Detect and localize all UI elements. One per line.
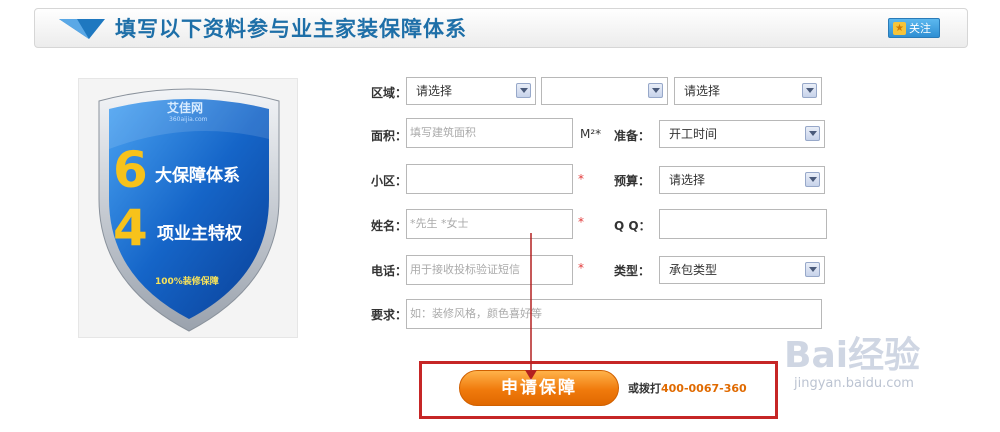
community-input[interactable] [406,164,573,194]
qq-label: Q Q： [614,219,651,233]
phone-placeholder: 用于接收投标验证短信 [410,263,520,276]
start-time-value: 开工时间 [669,127,718,141]
area-label: 面积： [371,129,408,143]
section-header: 填写以下资料参与业主家装保障体系 ★ 关注 [34,8,968,48]
watermark-url: jingyan.baidu.com [794,376,914,391]
name-input[interactable]: *先生 *女士 [406,209,573,239]
badge-line1: 大保障体系 [155,166,240,186]
name-placeholder: *先生 *女士 [410,217,469,230]
star-icon: ★ [893,22,906,35]
badge-brand: 艾佳网 [167,101,204,115]
watermark-logo: Bai经验 [784,335,921,376]
city-select[interactable] [541,77,668,105]
baidu-watermark: Bai经验 jingyan.baidu.com [784,326,992,406]
hotline-number: 400-0067-360 [661,382,747,395]
guarantee-badge: 艾佳网 360aijia.com 6 大保障体系 4 项业主特权 100%装修保… [78,78,298,338]
area-placeholder: 填写建筑面积 [410,126,476,139]
budget-label: 预算： [614,174,651,188]
follow-label: 关注 [909,22,931,35]
province-select[interactable]: 请选择 [406,77,536,105]
chevron-down-icon [805,262,820,277]
name-label: 姓名： [371,219,408,233]
badge-number-4: 4 [113,199,148,257]
chevron-down-icon [516,83,531,98]
district-select[interactable]: 请选择 [674,77,822,105]
arrow-icon [59,19,105,39]
badge-line2: 项业主特权 [157,224,242,244]
call-prefix: 或拨打 [628,382,661,395]
prepare-label: 准备： [614,129,651,143]
district-select-value: 请选择 [684,84,721,98]
area-input[interactable]: 填写建筑面积 [406,118,573,148]
call-hotline: 或拨打400-0067-360 [628,380,747,396]
apply-guarantee-button[interactable]: 申请保障 [459,370,619,406]
contract-type-value: 承包类型 [669,263,718,277]
badge-number-6: 6 [113,141,148,199]
budget-select[interactable]: 请选择 [659,166,825,194]
requirement-input[interactable]: 如：装修风格，颜色喜好等 [406,299,822,329]
contract-type-select[interactable]: 承包类型 [659,256,825,284]
phone-input[interactable]: 用于接收投标验证短信 [406,255,573,285]
chevron-down-icon [805,172,820,187]
chevron-down-icon [805,126,820,141]
type-label: 类型： [614,264,651,278]
badge-brand-url: 360aijia.com [169,116,208,123]
name-required: * [578,215,584,229]
qq-input[interactable] [659,209,827,239]
chevron-down-icon [802,83,817,98]
budget-value: 请选择 [669,173,706,187]
start-time-select[interactable]: 开工时间 [659,120,825,148]
page-title: 填写以下资料参与业主家装保障体系 [115,17,467,41]
requirement-placeholder: 如：装修风格，颜色喜好等 [410,307,542,320]
community-required: * [578,172,584,186]
area-unit: M²* [580,127,602,141]
community-label: 小区： [371,174,408,188]
province-select-value: 请选择 [416,84,453,98]
badge-guarantee: 100%装修保障 [155,277,219,287]
region-label: 区域： [371,86,408,100]
follow-button[interactable]: ★ 关注 [888,18,940,38]
phone-required: * [578,261,584,275]
requirement-label: 要求： [371,308,408,322]
chevron-down-icon [648,83,663,98]
phone-label: 电话： [371,264,408,278]
